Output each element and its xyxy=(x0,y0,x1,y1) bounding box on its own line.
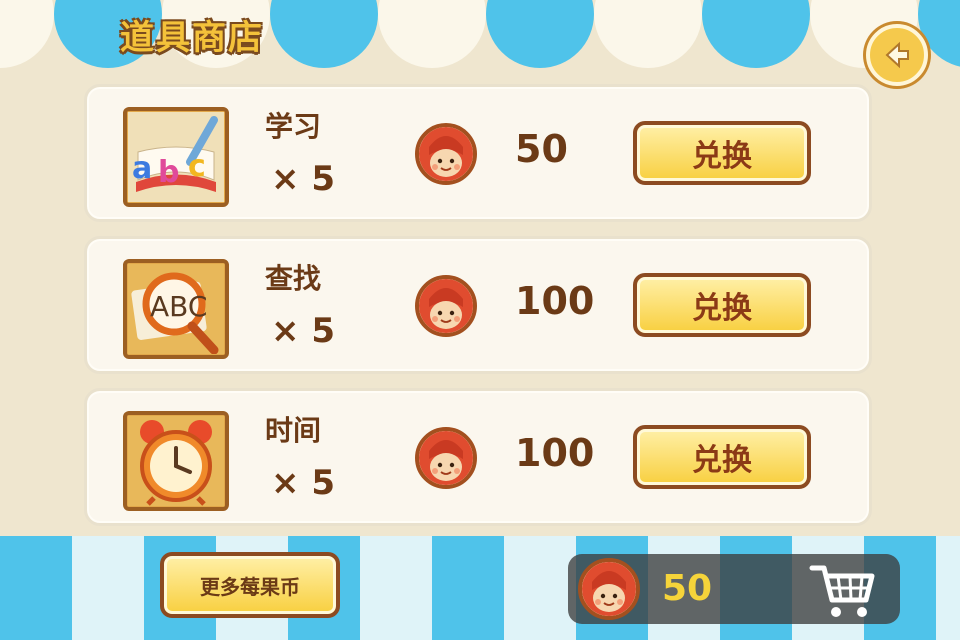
berry-coin-icon xyxy=(415,123,477,185)
back-button[interactable] xyxy=(866,24,928,86)
item-name: 时间 xyxy=(265,414,322,447)
item-price: 50 xyxy=(515,127,568,171)
exchange-button[interactable]: 兑换 xyxy=(633,273,811,337)
svg-text:a: a xyxy=(132,151,152,186)
item-quantity: × 5 xyxy=(271,311,335,351)
item-list: a b c 学习 × 5 50 兑换 ABC 查找 × 5 100 兑换 时间 … xyxy=(84,84,872,540)
svg-text:ABC: ABC xyxy=(150,290,207,323)
item-quantity: × 5 xyxy=(271,463,335,503)
alarm-clock-icon xyxy=(123,411,229,511)
back-arrow-icon xyxy=(885,41,909,69)
coin-balance: 50 xyxy=(662,568,713,609)
exchange-button[interactable]: 兑换 xyxy=(633,121,811,185)
coin-balance-bar: 50 xyxy=(568,554,900,624)
berry-coin-icon xyxy=(415,275,477,337)
page-title: 道具商店 xyxy=(120,18,264,58)
item-quantity: × 5 xyxy=(271,159,335,199)
shopping-cart-icon[interactable] xyxy=(808,560,878,620)
more-coins-button[interactable]: 更多莓果币 xyxy=(160,552,340,618)
item-name: 学习 xyxy=(265,110,322,143)
shop-item-row: ABC 查找 × 5 100 兑换 xyxy=(84,236,872,374)
item-name: 查找 xyxy=(265,262,322,295)
shop-item-row: a b c 学习 × 5 50 兑换 xyxy=(84,84,872,222)
item-price: 100 xyxy=(515,279,595,323)
svg-text:b: b xyxy=(158,155,179,190)
berry-coin-icon xyxy=(415,427,477,489)
item-price: 100 xyxy=(515,431,595,475)
svg-text:c: c xyxy=(188,149,206,184)
exchange-button[interactable]: 兑换 xyxy=(633,425,811,489)
shop-item-row: 时间 × 5 100 兑换 xyxy=(84,388,872,526)
abc-book-pencil-icon: a b c xyxy=(123,107,229,207)
berry-coin-icon xyxy=(578,558,640,620)
magnifier-abc-icon: ABC xyxy=(123,259,229,359)
